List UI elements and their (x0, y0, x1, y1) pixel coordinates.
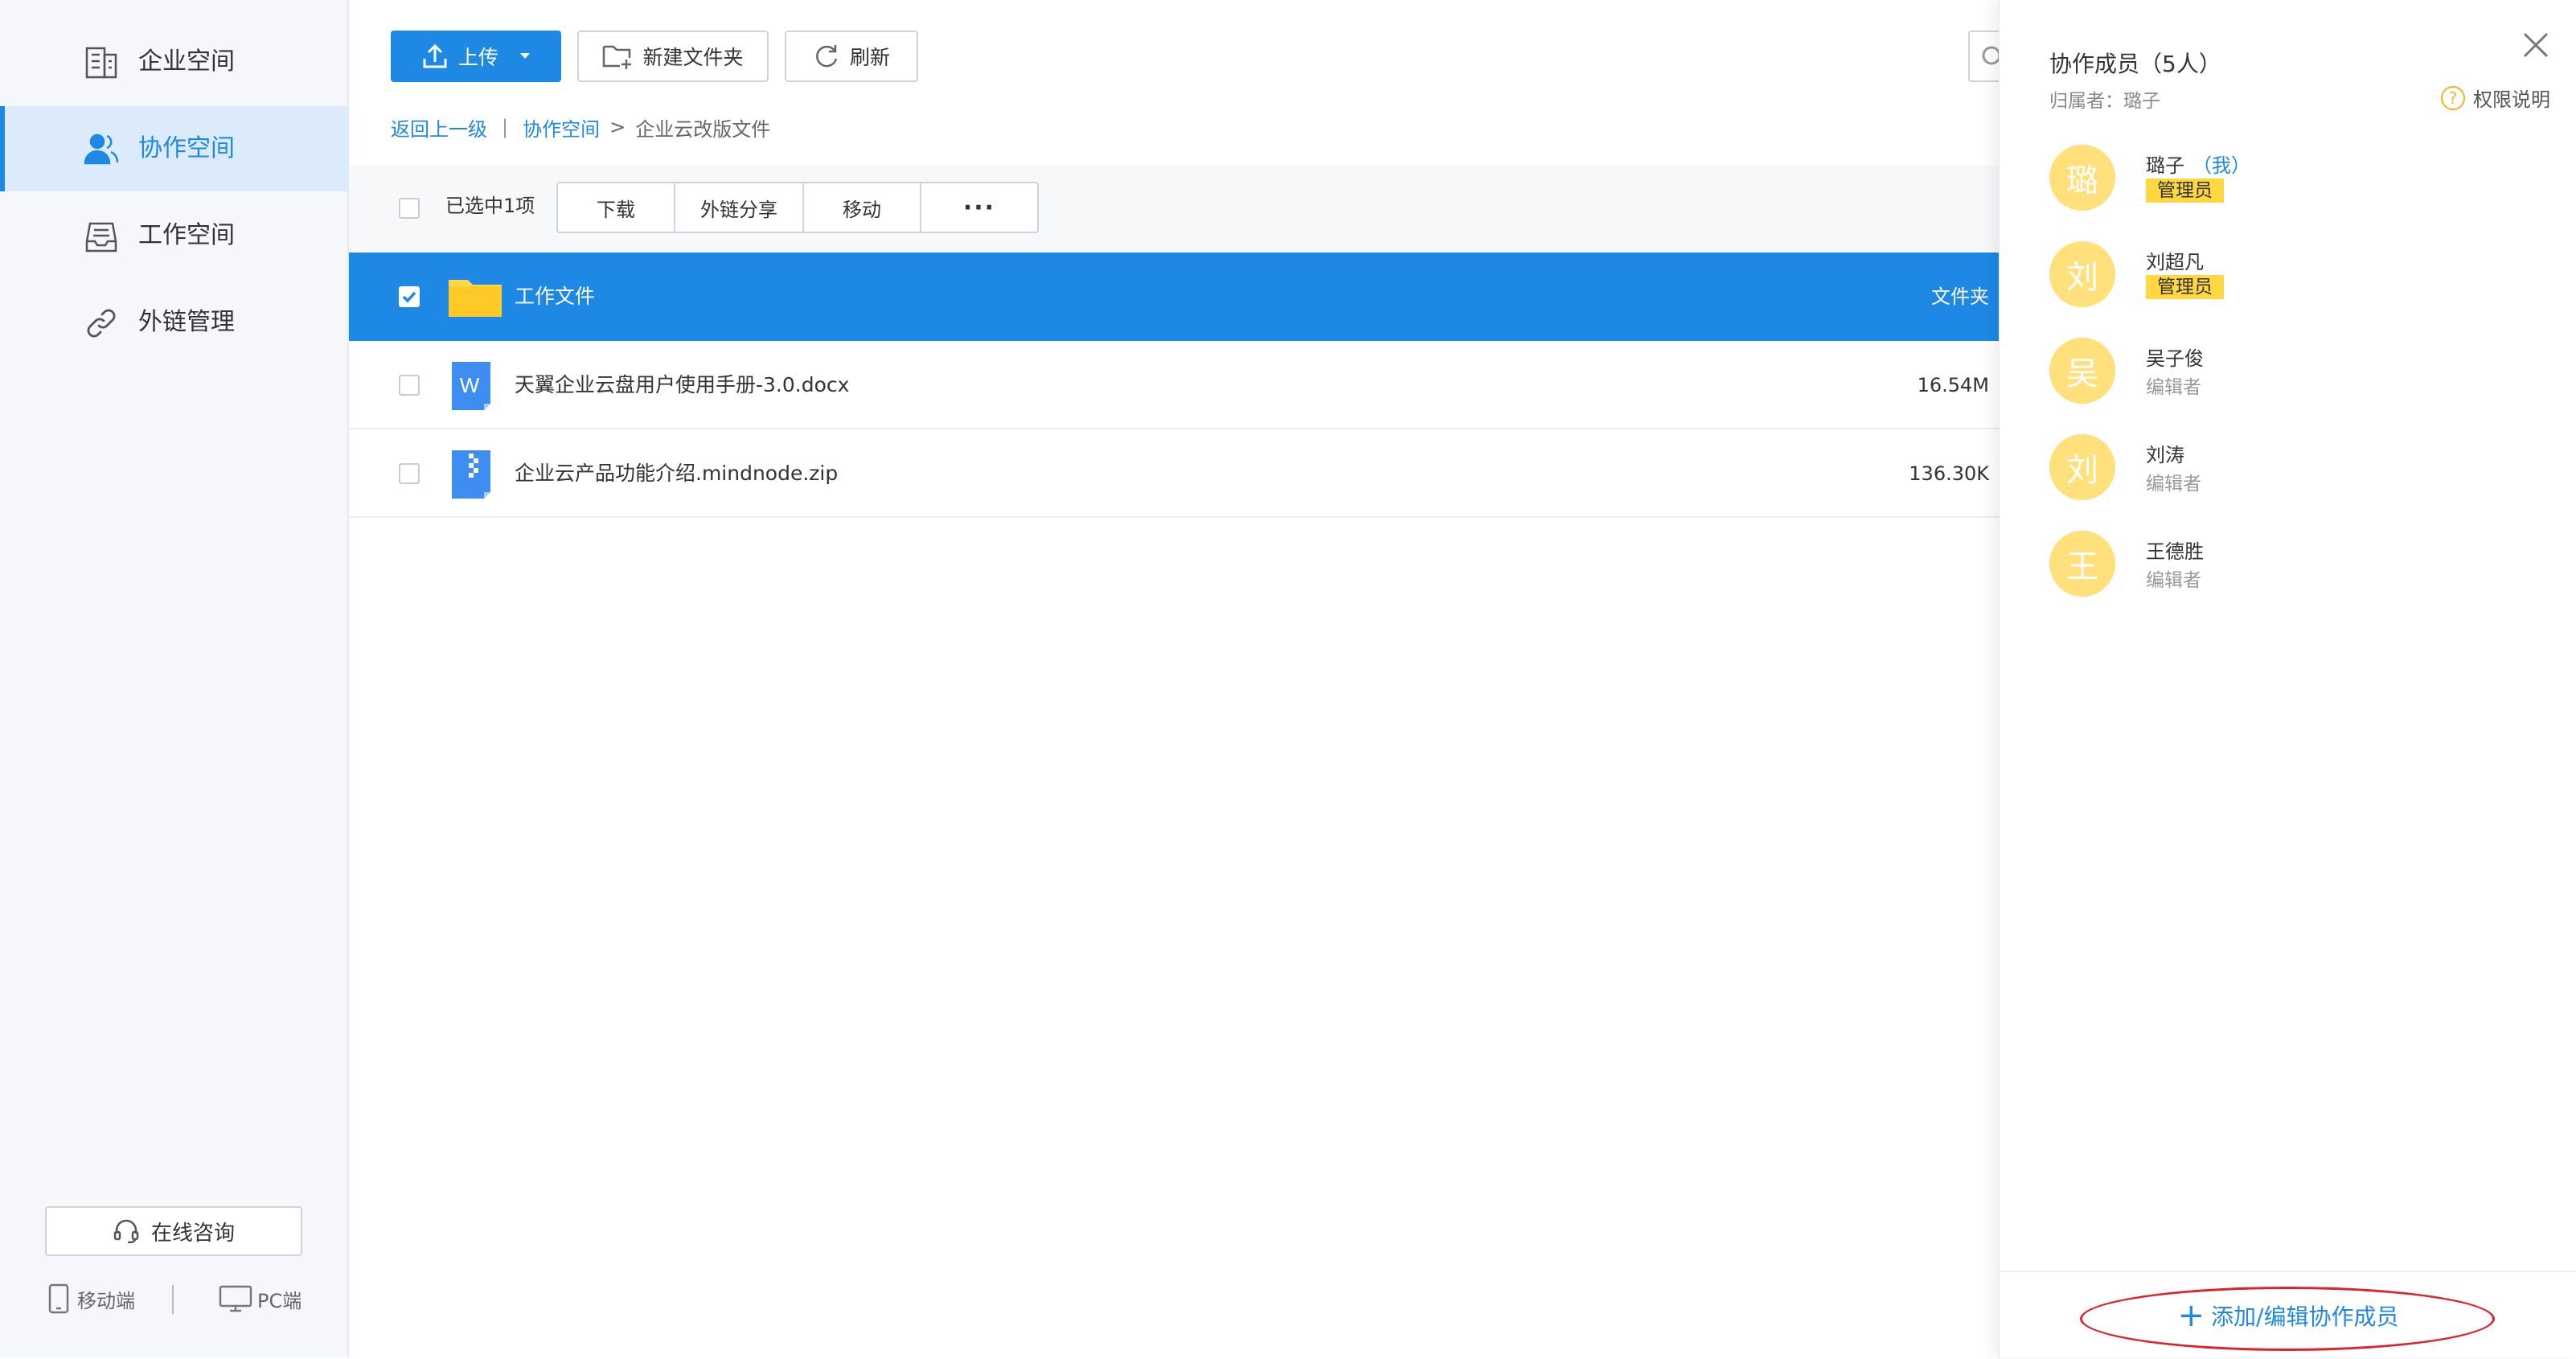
inbox-tray-icon (80, 216, 122, 257)
refresh-label: 刷新 (849, 46, 890, 69)
member-name: 王德胜 (2146, 540, 2204, 563)
refresh-icon (816, 45, 838, 68)
member-item: 璐 璐子 （我） 管理员 (2049, 145, 2532, 217)
selected-count: 已选中1项 (445, 195, 535, 217)
member-item: 刘 刘超凡 管理员 (2049, 241, 2532, 314)
sidebar-item-enterprise-space[interactable]: 企业空间 (0, 19, 349, 105)
sidebar-item-collab-space[interactable]: 协作空间 (0, 106, 349, 191)
action-button-group: 下载 外链分享 移动 ··· (556, 182, 1039, 233)
share-link-button[interactable]: 外链分享 (675, 183, 804, 232)
svg-text:W: W (460, 373, 480, 397)
folder-icon (447, 272, 503, 323)
move-button[interactable]: 移动 (804, 183, 921, 232)
download-button[interactable]: 下载 (558, 183, 675, 232)
sidebar-item-label: 工作空间 (138, 221, 235, 249)
upload-icon (423, 43, 447, 68)
word-doc-icon: W (447, 360, 495, 415)
me-tag: （我） (2192, 154, 2250, 177)
client-download-links: 移动端 PC端 (45, 1279, 318, 1319)
sidebar-item-label: 企业空间 (138, 47, 235, 76)
permission-help-label: 权限说明 (2473, 88, 2550, 111)
checkmark-icon (402, 291, 416, 303)
sidebar-item-work-space[interactable]: 工作空间 (0, 193, 349, 278)
row-checkbox[interactable] (399, 286, 420, 307)
new-folder-label: 新建文件夹 (642, 46, 744, 69)
role-badge: 管理员 (2146, 179, 2224, 203)
new-folder-button[interactable]: 新建文件夹 (577, 31, 769, 82)
online-consult-button[interactable]: 在线咨询 (45, 1206, 302, 1256)
sidebar-item-label: 外链管理 (138, 308, 235, 336)
member-item: 刘 刘涛 编辑者 (2049, 434, 2532, 507)
avatar: 王 (2049, 531, 2115, 597)
file-size: 16.54M (1917, 374, 1989, 396)
sidebar: 企业空间 协作空间 工作空间 外链管理 在线咨询 移动端 PC端 (0, 0, 349, 1357)
role-label: 编辑者 (2146, 570, 2201, 591)
search-input[interactable] (1968, 31, 2001, 82)
file-row[interactable]: 工作文件 文件夹 (349, 253, 1999, 341)
row-checkbox[interactable] (399, 463, 420, 484)
panel-title: 协作成员（5人） (2049, 51, 2221, 77)
breadcrumb-separator: | (502, 116, 509, 138)
more-actions-button[interactable]: ··· (921, 183, 1037, 232)
member-item: 吴 吴子俊 编辑者 (2049, 338, 2532, 410)
upload-button[interactable]: 上传 (391, 31, 561, 82)
sidebar-item-label: 协作空间 (138, 134, 235, 162)
online-consult-label: 在线咨询 (150, 1221, 235, 1246)
mobile-phone-icon (48, 1283, 69, 1314)
file-size: 文件夹 (1931, 285, 1989, 308)
breadcrumb-current: 企业云改版文件 (635, 117, 771, 141)
member-item: 王 王德胜 编辑者 (2049, 531, 2532, 603)
link-icon (80, 302, 122, 344)
folder-add-icon (603, 45, 632, 69)
zip-file-icon (447, 449, 495, 503)
select-all-checkbox[interactable] (399, 198, 420, 219)
collaborators-panel: 协作成员（5人） 归属者：璐子 ? 权限说明 璐 璐子 （我） 管理员 刘 刘超凡… (1999, 0, 2576, 1357)
add-edit-members-button[interactable]: + 添加/编辑协作成员 (2000, 1272, 2576, 1359)
help-icon: ? (2441, 85, 2465, 110)
close-icon[interactable] (2520, 29, 2552, 61)
avatar: 吴 (2049, 338, 2115, 404)
role-badge: 管理员 (2146, 275, 2224, 299)
file-name[interactable]: 天翼企业云盘用户使用手册-3.0.docx (515, 341, 849, 429)
headset-icon (113, 1219, 139, 1243)
breadcrumb-separator: > (609, 116, 626, 138)
breadcrumb-collab-space[interactable]: 协作空间 (523, 113, 600, 142)
role-label: 编辑者 (2146, 377, 2201, 398)
file-size: 136.30K (1909, 462, 1989, 485)
add-members-label: 添加/编辑协作成员 (2211, 1304, 2399, 1330)
permission-help-link[interactable]: ? 权限说明 (2441, 84, 2550, 112)
pc-client-label: PC端 (257, 1289, 302, 1312)
back-link[interactable]: 返回上一级 (391, 113, 487, 142)
plus-icon: + (2177, 1297, 2205, 1334)
role-label: 编辑者 (2146, 474, 2201, 495)
monitor-icon (219, 1285, 252, 1312)
divider (172, 1285, 174, 1314)
file-row[interactable]: W 天翼企业云盘用户使用手册-3.0.docx 16.54M (349, 341, 1999, 429)
file-name[interactable]: 工作文件 (515, 253, 595, 341)
breadcrumb: 返回上一级 | 协作空间 > 企业云改版文件 (391, 111, 770, 143)
pc-client-link[interactable]: PC端 (219, 1279, 301, 1319)
member-name: 璐子 （我） (2146, 154, 2250, 177)
chevron-down-icon (520, 53, 530, 59)
mobile-client-link[interactable]: 移动端 (48, 1279, 135, 1319)
people-icon (80, 129, 122, 170)
member-name: 刘涛 (2146, 444, 2184, 466)
avatar: 璐 (2049, 145, 2115, 211)
member-name: 刘超凡 (2146, 251, 2204, 273)
avatar: 刘 (2049, 434, 2115, 500)
upload-label: 上传 (457, 46, 498, 69)
owner-label: 归属者：璐子 (2049, 91, 2160, 112)
panel-footer: + 添加/编辑协作成员 (2000, 1271, 2576, 1357)
member-name: 吴子俊 (2146, 347, 2204, 370)
sidebar-item-link-management[interactable]: 外链管理 (0, 280, 349, 365)
refresh-button[interactable]: 刷新 (785, 31, 918, 82)
mobile-client-label: 移动端 (77, 1289, 135, 1312)
avatar: 刘 (2049, 241, 2115, 307)
row-checkbox[interactable] (399, 375, 420, 396)
file-name[interactable]: 企业云产品功能介绍.mindnode.zip (515, 429, 838, 518)
building-icon (80, 42, 122, 84)
file-row[interactable]: 企业云产品功能介绍.mindnode.zip 136.30K (349, 429, 1999, 518)
